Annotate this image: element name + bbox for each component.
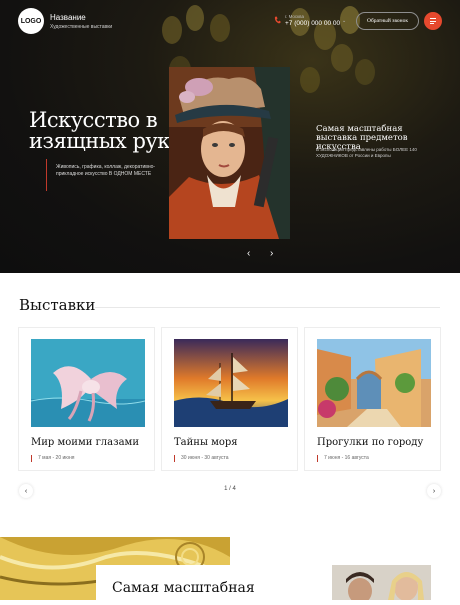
menu-button[interactable] <box>424 12 442 30</box>
section-title: Выставки <box>19 296 96 314</box>
pager-label: 1 / 4 <box>224 486 236 492</box>
hero-painting <box>169 67 290 239</box>
side-description: В экспозиции представлены работы БОЛЕЕ 1… <box>316 147 417 158</box>
chevron-left-icon[interactable]: ‹ <box>247 248 250 259</box>
phone-number[interactable]: +7 (000) 000 00 00 <box>285 20 340 27</box>
hero-description: Живопись, графика, коллаж, декоративно-п… <box>56 164 156 177</box>
card-title: Прогулки по городу <box>317 437 424 448</box>
site-header: LOGO Название Художественные выставки г.… <box>0 0 460 44</box>
exhibition-card[interactable]: Тайны моря 30 июня - 30 августа <box>161 327 298 471</box>
exhibition-card[interactable]: Прогулки по городу 7 июня - 16 августа <box>304 327 441 471</box>
exhibition-card[interactable]: Мир моими глазами 7 мая - 20 июня <box>18 327 155 471</box>
hero-section: LOGO Название Художественные выставки г.… <box>0 0 460 273</box>
card-date: 30 июня - 30 августа <box>181 455 229 461</box>
menu-icon <box>430 18 436 19</box>
card-accent-rule <box>317 455 318 462</box>
card-date: 7 мая - 20 июня <box>38 455 75 461</box>
card-accent-rule <box>174 455 175 462</box>
section-divider <box>95 307 440 308</box>
card-image <box>31 339 145 427</box>
chevron-left-icon[interactable]: ‹ <box>19 484 33 498</box>
bottom-photo <box>332 565 431 600</box>
phone-icon <box>274 16 281 24</box>
card-title: Тайны моря <box>174 437 238 448</box>
callback-button[interactable]: Обратный звонок <box>356 12 419 30</box>
card-image <box>317 339 431 427</box>
chevron-right-icon[interactable]: › <box>427 484 441 498</box>
bottom-title: Самая масштабная <box>112 580 255 596</box>
chevron-right-icon[interactable]: › <box>270 248 273 259</box>
chevron-down-icon[interactable]: ⌄ <box>342 18 346 24</box>
brand-subtitle: Художественные выставки <box>50 24 113 30</box>
card-date: 7 июня - 16 августа <box>324 455 369 461</box>
card-image <box>174 339 288 427</box>
logo[interactable]: LOGO <box>18 8 44 34</box>
brand-name: Название <box>50 13 86 22</box>
card-title: Мир моими глазами <box>31 437 139 448</box>
city-label: г. Москва <box>285 14 304 19</box>
hero-accent-rule <box>46 159 47 191</box>
card-accent-rule <box>31 455 32 462</box>
